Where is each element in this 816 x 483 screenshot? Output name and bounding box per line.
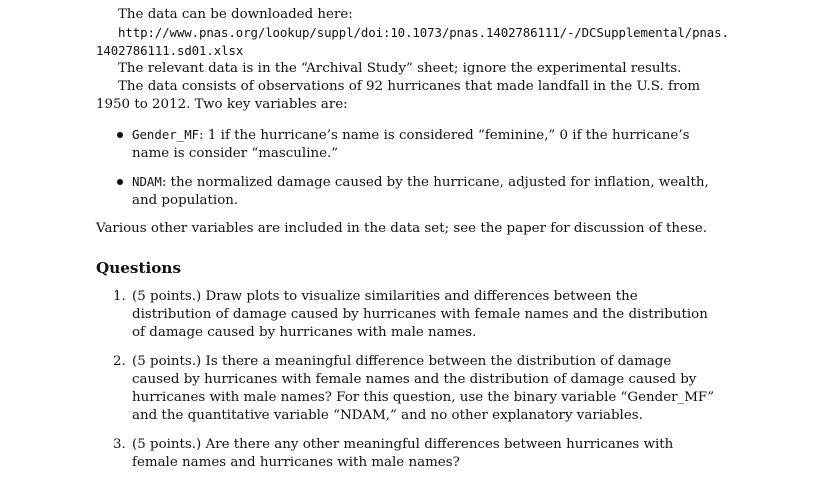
question-number: 1. — [113, 289, 126, 304]
other-variables-text: Various other variables are included in … — [96, 221, 707, 236]
question-item: 2. (5 points.) Is there a meaningful dif… — [96, 353, 720, 425]
variable-description: : 1 if the hurricane’s name is considere… — [132, 128, 690, 161]
question-text: (5 points.) Is there a meaningful differ… — [132, 354, 715, 423]
data-url-line2[interactable]: 1402786111.sd01.xlsx — [96, 42, 720, 60]
relevant-sheet-text: The relevant data is in the “Archival St… — [118, 61, 682, 76]
variable-list: Gender_MF: 1 if the hurricane’s name is … — [96, 126, 720, 210]
variable-name: NDAM — [132, 174, 162, 189]
questions-heading: Questions — [96, 259, 181, 277]
question-text: (5 points.) Draw plots to visualize simi… — [132, 289, 708, 340]
question-text: (5 points.) Are there any other meaningf… — [132, 437, 674, 470]
bullet-icon — [117, 132, 123, 138]
data-description-text: The data consists of observations of 92 … — [96, 79, 701, 112]
variable-name: Gender_MF — [132, 127, 200, 142]
bullet-icon — [117, 179, 123, 185]
variable-description: : the normalized damage caused by the hu… — [132, 175, 709, 208]
question-number: 3. — [113, 437, 126, 452]
question-item: 3. (5 points.) Are there any other meani… — [96, 436, 720, 472]
variable-item-ndam: NDAM: the normalized damage caused by th… — [96, 173, 720, 210]
question-number: 2. — [113, 354, 126, 369]
variable-item-gender: Gender_MF: 1 if the hurricane’s name is … — [96, 126, 720, 163]
data-url-line1[interactable]: http://www.pnas.org/lookup/suppl/doi:10.… — [96, 24, 729, 42]
question-list: 1. (5 points.) Draw plots to visualize s… — [96, 288, 720, 472]
document-page: The data can be downloaded here: http://… — [96, 6, 729, 483]
question-item: 1. (5 points.) Draw plots to visualize s… — [96, 288, 720, 342]
download-instruction: The data can be downloaded here: — [118, 7, 353, 22]
